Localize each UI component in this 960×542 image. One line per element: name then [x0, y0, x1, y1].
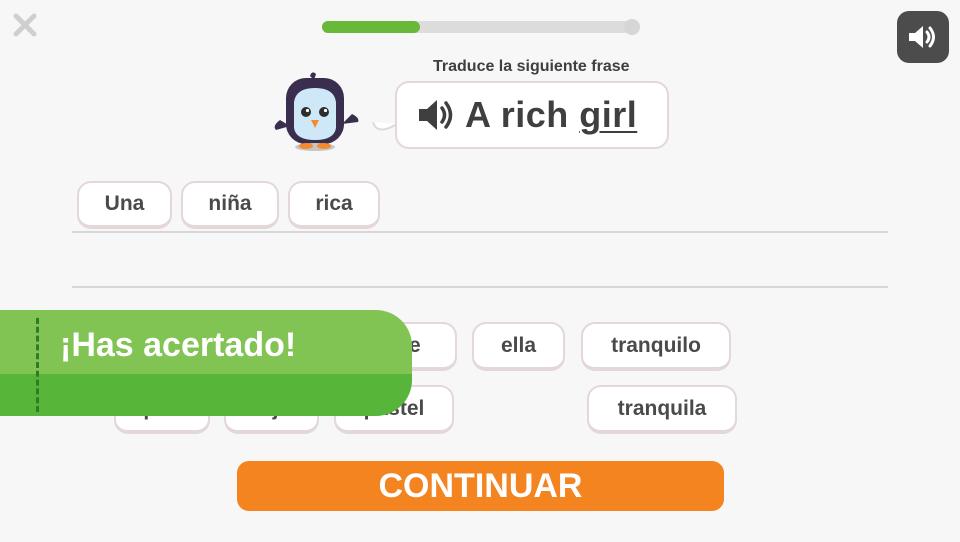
phrase-text: A rich girl: [465, 94, 637, 136]
sound-toggle-button[interactable]: [897, 11, 949, 63]
answer-tile[interactable]: Una: [77, 181, 172, 229]
correct-feedback-banner: ¡Has acertado!: [0, 310, 412, 416]
close-icon: [13, 13, 37, 37]
instruction-text: Traduce la siguiente frase: [433, 58, 630, 75]
progress-end-knob: [624, 19, 640, 35]
word-bank-tile[interactable]: tranquila: [587, 385, 737, 434]
phrase-word: A: [465, 94, 491, 135]
answer-line: [72, 286, 888, 288]
answer-tile[interactable]: niña: [181, 181, 279, 229]
speaker-icon[interactable]: [415, 97, 459, 133]
close-button[interactable]: [8, 8, 42, 42]
phrase-word: rich: [500, 94, 569, 135]
banner-dashed-line: [36, 318, 39, 412]
banner-bottom: [0, 374, 412, 416]
continue-button[interactable]: CONTINUAR: [237, 461, 724, 511]
word-bank-tile[interactable]: tranquilo: [581, 322, 731, 371]
feedback-message: ¡Has acertado!: [60, 326, 297, 364]
speaker-icon: [909, 26, 935, 48]
penguin-mascot: [274, 72, 359, 151]
answer-tile[interactable]: rica: [288, 181, 380, 229]
phrase-bubble: A rich girl: [395, 81, 669, 149]
answer-line: [72, 231, 888, 233]
progress-fill: [322, 21, 420, 33]
word-bank-tile[interactable]: ella: [472, 322, 565, 371]
progress-bar: [322, 19, 640, 35]
phrase-word-highlighted[interactable]: girl: [579, 94, 637, 135]
